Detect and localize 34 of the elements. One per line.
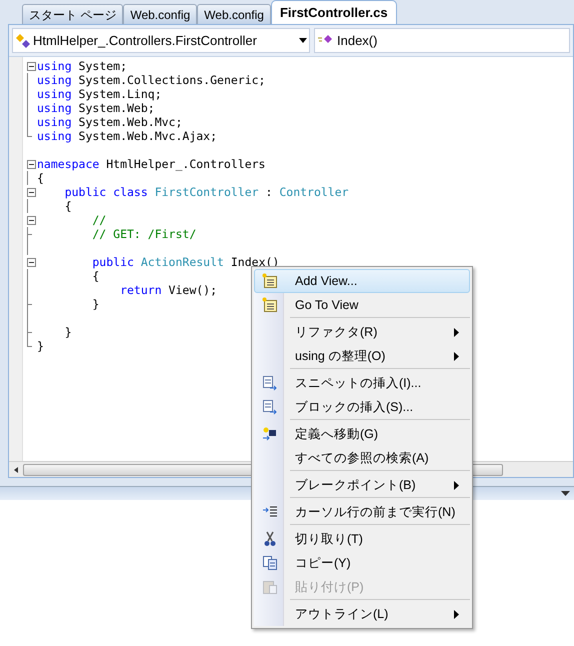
code-line: { — [37, 171, 44, 185]
menu-item-label: using の整理(O) — [295, 348, 386, 365]
type-dropdown-value: HtmlHelper_.Controllers.FirstController — [33, 32, 258, 50]
code-line: public class FirstController : Controller — [64, 185, 349, 199]
code-line: } — [37, 339, 44, 353]
menu-item-label: 定義へ移動(G) — [295, 426, 380, 443]
menu-item-label: 切り取り(T) — [295, 530, 364, 548]
menu-item-label: カーソル行の前まで実行(N) — [295, 504, 456, 521]
menu-item-label: 貼り付け(P) — [295, 578, 365, 596]
menu-item-label: スニペットの挿入(I)... — [295, 374, 422, 392]
code-line: using System.Collections.Generic; — [37, 73, 266, 87]
code-line: namespace HtmlHelper_.Controllers — [37, 157, 266, 171]
code-line: } — [91, 297, 100, 311]
member-dropdown-value: Index() — [337, 32, 378, 50]
menu-item-label: コピー(Y) — [295, 554, 352, 572]
code-line: } — [64, 325, 72, 339]
menu-item-label: ブレークポイント(B) — [295, 476, 417, 494]
menu-item-label: Go To View — [295, 296, 360, 314]
code-line: using System; — [37, 59, 128, 73]
code-line: using System.Web; — [37, 101, 155, 115]
code-line: using System.Web.Mvc; — [37, 115, 182, 129]
code-line: // — [91, 213, 106, 227]
code-line: using System.Linq; — [37, 87, 162, 101]
menu-item-label: すべての参照の検索(A) — [295, 450, 430, 467]
code-line: public ActionResult Index() — [91, 255, 280, 269]
code-line: { — [64, 199, 72, 213]
menu-item-label: ブロックの挿入(S)... — [295, 398, 414, 416]
code-line: return View(); — [119, 283, 218, 297]
code-line: // GET: /First/ — [91, 227, 196, 241]
menu-item-label: リファクタ(R) — [295, 324, 378, 341]
code-line: using System.Web.Mvc.Ajax; — [37, 129, 218, 143]
menu-item-label: アウトライン(L) — [295, 606, 390, 623]
menu-item-label: Add View... — [295, 272, 358, 290]
code-line: { — [91, 269, 100, 283]
